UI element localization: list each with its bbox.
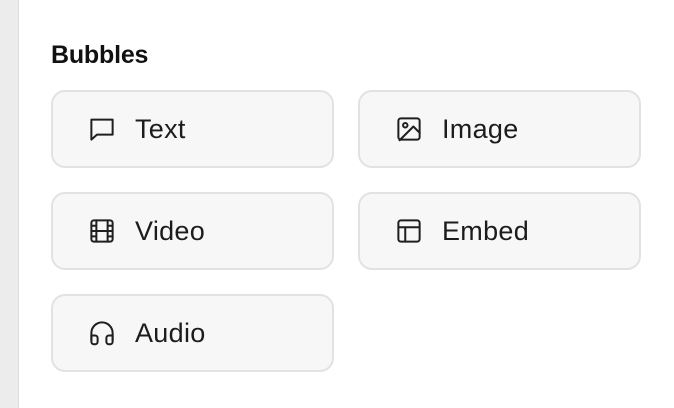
film-icon: [87, 216, 117, 246]
bubble-block-video[interactable]: Video: [51, 192, 334, 270]
bubble-block-text[interactable]: Text: [51, 90, 334, 168]
bubble-block-audio[interactable]: Audio: [51, 294, 334, 372]
bubble-label: Text: [135, 113, 186, 144]
layout-icon: [394, 216, 424, 246]
bubble-label: Audio: [135, 317, 206, 348]
bubble-block-image[interactable]: Image: [358, 90, 641, 168]
section-title-bubbles: Bubbles: [51, 41, 149, 69]
bubble-label: Video: [135, 215, 206, 246]
bubbles-grid: Text Image Video Embed Audio: [51, 90, 641, 372]
image-icon: [394, 114, 424, 144]
bubble-block-embed[interactable]: Embed: [358, 192, 641, 270]
headphones-icon: [87, 318, 117, 348]
blocks-sidebar-panel: Bubbles Text Image Video Embed Audio: [18, 0, 674, 408]
bubble-label: Embed: [442, 215, 530, 246]
message-square-icon: [87, 114, 117, 144]
bubble-label: Image: [442, 113, 519, 144]
